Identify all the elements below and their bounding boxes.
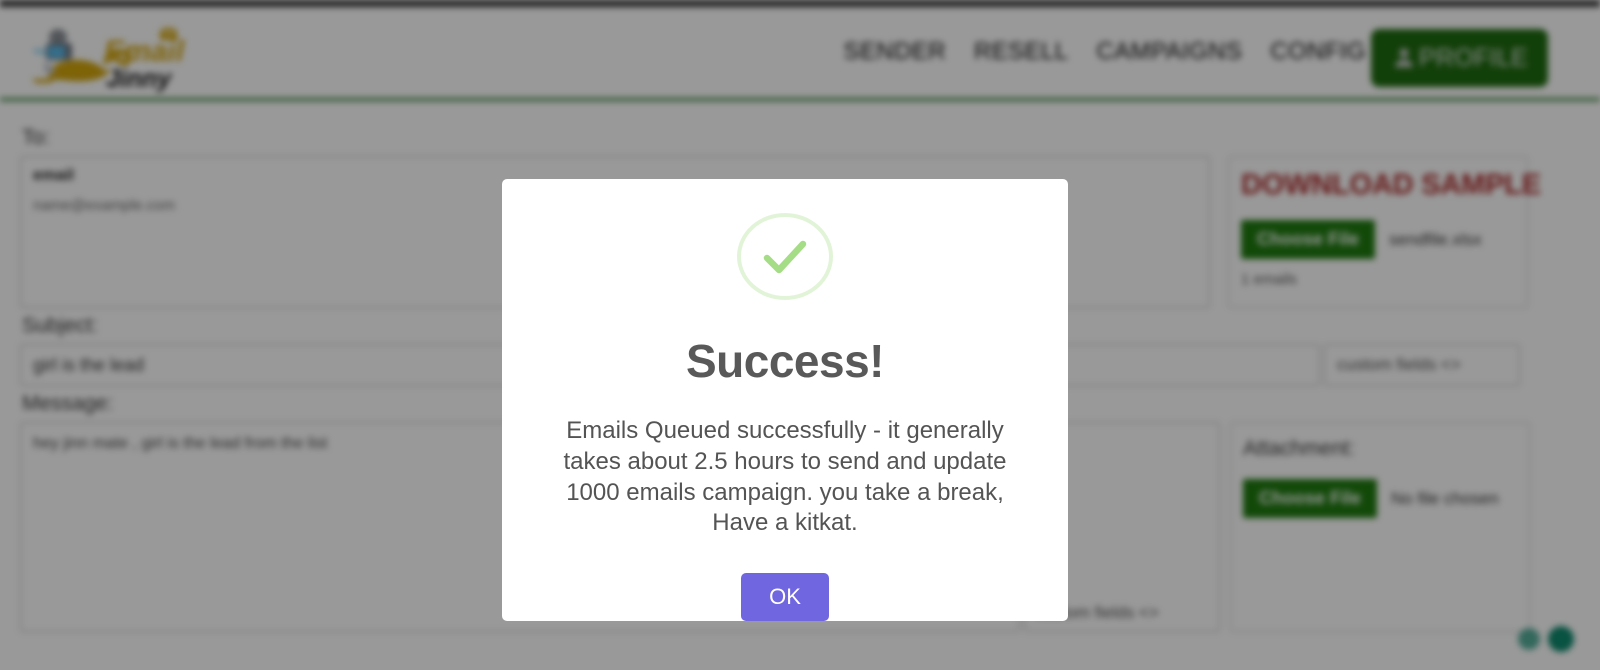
modal-body-text: Emails Queued successfully - it generall… [563, 417, 1007, 537]
modal-title: Success! [685, 335, 885, 388]
success-modal: Success! Emails Queued successfully - it… [502, 179, 1068, 621]
modal-ok-button[interactable]: OK [741, 573, 829, 621]
success-check-icon [737, 213, 833, 301]
page-root: Email Jinny SENDER RESELL CAMPAIGNS CONF… [0, 0, 1600, 670]
